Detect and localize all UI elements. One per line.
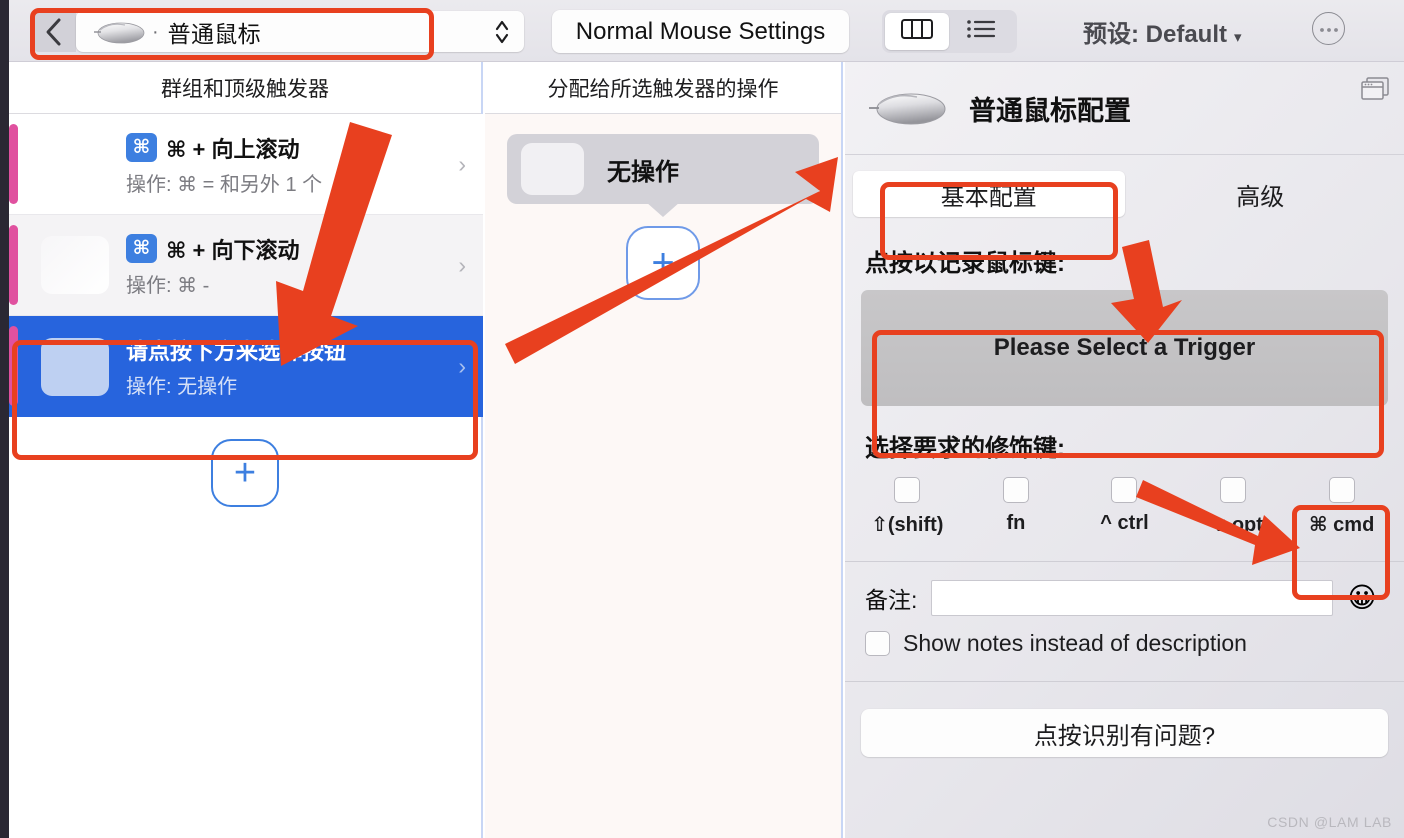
page-title: 普通鼠标配置: [969, 95, 1131, 126]
tab-advanced[interactable]: 高级: [1125, 171, 1397, 217]
view-list-button[interactable]: [949, 13, 1013, 50]
row-thumbnail: [41, 337, 109, 396]
trigger-record-button[interactable]: Please Select a Trigger: [861, 290, 1388, 406]
triggers-column-header: 群组和顶级触发器: [9, 62, 481, 114]
actions-column: 分配给所选触发器的操作 无操作 +: [485, 62, 843, 838]
row-color-strip: [9, 225, 18, 305]
preset-selector[interactable]: 预设: Default ▾: [1083, 14, 1242, 49]
command-key-icon: ⌘: [126, 234, 157, 263]
row-text: ⌘ ⌘ + 向上滚动 操作: ⌘ = 和另外 1 个: [126, 132, 458, 197]
view-columns-button[interactable]: [885, 13, 949, 50]
config-tabs: 基本配置 高级: [845, 167, 1404, 221]
modifier-ctrl-label: ^ ctrl: [1100, 512, 1149, 534]
watermark: CSDN @LAM LAB: [1267, 814, 1392, 830]
action-thumbnail: [521, 143, 584, 195]
help-button[interactable]: 点按识别有问题?: [861, 709, 1388, 757]
row-title-text: ⌘ + 向上滚动: [166, 136, 300, 162]
mouse-icon: [90, 17, 150, 47]
row-subtitle: 操作: ⌘ -: [126, 274, 210, 297]
chevron-right-icon[interactable]: ›: [458, 252, 466, 279]
chevron-right-icon[interactable]: ›: [458, 353, 466, 380]
settings-title-button[interactable]: Normal Mouse Settings: [552, 10, 849, 53]
view-mode-segmented-control: [882, 10, 1017, 53]
mouse-icon: [865, 85, 953, 131]
emoji-picker-button[interactable]: 😀: [1347, 584, 1376, 612]
triggers-column: 群组和顶级触发器 ⌘ ⌘ + 向上滚动 操作: ⌘ = 和另外 1 个 › ⌘ …: [9, 62, 483, 838]
add-action-area: +: [485, 226, 841, 300]
checkbox-shift[interactable]: [894, 477, 921, 503]
add-trigger-area: +: [9, 417, 481, 507]
section-divider: [845, 561, 1404, 562]
chevron-down-icon: ▾: [1234, 29, 1242, 46]
modifier-ctrl[interactable]: ^ ctrl: [1070, 477, 1179, 537]
toolbar: · 普通鼠标 Normal Mouse Settings 预设: Default…: [0, 0, 1404, 62]
modifier-shift[interactable]: ⇧(shift): [853, 477, 962, 537]
columns-view-icon: [900, 17, 934, 46]
chevron-left-icon: [45, 17, 63, 47]
actions-column-header: 分配给所选触发器的操作: [485, 62, 841, 114]
table-row-selected[interactable]: 请点按下方来选择按钮 操作: 无操作 ›: [9, 316, 483, 417]
modifier-section-label: 选择要求的修饰键:: [865, 435, 1065, 462]
device-selector[interactable]: · 普通鼠标: [76, 11, 524, 52]
notes-label: 备注:: [865, 587, 918, 613]
preset-label-text: 预设: Default: [1083, 21, 1227, 48]
checkbox-fn[interactable]: [1002, 477, 1029, 503]
row-color-strip: [9, 124, 18, 204]
show-notes-label: Show notes instead of description: [903, 630, 1247, 656]
device-name-label: 普通鼠标: [167, 20, 261, 47]
modifier-opt[interactable]: ⌥ opt: [1179, 477, 1288, 537]
command-key-icon: ⌘: [126, 133, 157, 162]
row-subtitle: 操作: 无操作: [126, 376, 238, 398]
action-card[interactable]: 无操作: [507, 134, 819, 204]
add-action-button[interactable]: +: [626, 226, 700, 300]
list-view-icon: [965, 17, 997, 46]
config-panel-header: 普通鼠标配置: [845, 62, 1404, 155]
trigger-section-label: 点按以记录鼠标键:: [865, 250, 1065, 277]
app-window: · 普通鼠标 Normal Mouse Settings 预设: Default…: [0, 0, 1404, 838]
row-thumbnail: [41, 236, 109, 294]
back-button[interactable]: [32, 11, 76, 52]
table-row[interactable]: ⌘ ⌘ + 向下滚动 操作: ⌘ - ›: [9, 215, 483, 316]
add-trigger-button[interactable]: +: [211, 439, 279, 507]
row-title-text: 请点按下方来选择按钮: [126, 339, 347, 364]
show-notes-option[interactable]: Show notes instead of description: [865, 630, 1404, 657]
modifier-opt-label: ⌥ opt: [1203, 514, 1263, 536]
action-label: 无操作: [607, 158, 679, 186]
row-title: 请点按下方来选择按钮: [126, 334, 458, 366]
checkbox-opt[interactable]: [1220, 477, 1247, 503]
row-text: ⌘ ⌘ + 向下滚动 操作: ⌘ -: [126, 233, 458, 298]
modifier-fn-label: fn: [1006, 512, 1026, 534]
checkbox-ctrl[interactable]: [1111, 477, 1138, 503]
tab-basic-config[interactable]: 基本配置: [853, 171, 1125, 217]
modifier-cmd[interactable]: ⌘ cmd: [1287, 477, 1396, 537]
row-thumbnail: [41, 135, 109, 193]
chevron-right-icon[interactable]: ›: [458, 151, 466, 178]
notes-input[interactable]: [931, 580, 1334, 616]
device-separator: ·: [152, 20, 159, 43]
config-panel: 普通鼠标配置 基本配置 高级 点按以记录鼠标键: Please Select a…: [845, 62, 1404, 838]
left-dark-rail: [0, 0, 9, 838]
ellipsis-circle-icon: [1319, 20, 1339, 38]
modifier-checkbox-group: ⇧(shift) fn ^ ctrl ⌥ opt ⌘ cmd: [853, 477, 1396, 537]
up-down-chevrons-icon[interactable]: [494, 17, 510, 47]
row-title-text: ⌘ + 向下滚动: [166, 237, 300, 263]
table-row[interactable]: ⌘ ⌘ + 向上滚动 操作: ⌘ = 和另外 1 个 ›: [9, 114, 483, 215]
row-title: ⌘ ⌘ + 向下滚动: [126, 233, 458, 265]
row-color-strip: [9, 326, 18, 406]
card-notch: [646, 202, 680, 217]
section-divider: [845, 681, 1404, 682]
checkbox-show-notes[interactable]: [865, 631, 890, 656]
stacked-windows-icon[interactable]: [1360, 76, 1390, 107]
notes-row: 备注: 😀: [865, 580, 1404, 616]
action-card-wrapper: 无操作: [485, 114, 841, 217]
more-options-button[interactable]: [1312, 12, 1345, 45]
modifier-cmd-label: ⌘ cmd: [1309, 514, 1375, 536]
checkbox-cmd[interactable]: [1328, 477, 1355, 503]
modifier-fn[interactable]: fn: [962, 477, 1071, 537]
modifier-shift-label: ⇧(shift): [871, 514, 944, 536]
row-subtitle: 操作: ⌘ = 和另外 1 个: [126, 173, 323, 196]
row-title: ⌘ ⌘ + 向上滚动: [126, 132, 458, 164]
row-text: 请点按下方来选择按钮 操作: 无操作: [126, 334, 458, 399]
